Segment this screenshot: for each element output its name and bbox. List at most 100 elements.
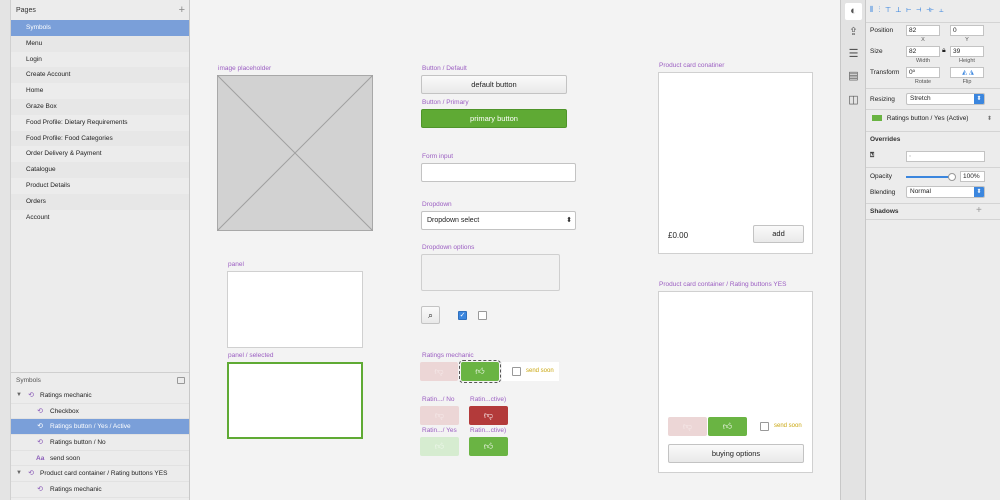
rating-no-inactive[interactable]: 👎︎ [420, 406, 459, 425]
override-field[interactable]: ▫ [906, 151, 985, 162]
height-field[interactable]: 39 [950, 46, 984, 57]
default-button[interactable]: default button [421, 75, 567, 94]
blending-select[interactable]: Normal ⬍ [906, 186, 985, 198]
page-item-dietary[interactable]: Food Profile: Dietary Requirements [11, 115, 189, 131]
symbol-icon: ⟲ [37, 423, 43, 431]
layer-label: send soon [50, 454, 80, 462]
width-sublabel: Width [915, 58, 931, 64]
disclosure-triangle-icon[interactable]: ▼ [16, 466, 22, 482]
symbols-icon[interactable]: ◫ [845, 92, 862, 109]
card-rating-yes[interactable]: 👍︎ [708, 417, 747, 436]
opacity-slider[interactable] [906, 173, 956, 181]
card-rating-no[interactable]: 👎︎ [668, 417, 707, 436]
flip-buttons[interactable]: ◭ ◮ [950, 67, 984, 78]
dropdown-value: Dropdown select [427, 217, 480, 224]
dropdown-select[interactable]: Dropdown select ⬍ [421, 211, 576, 230]
lock-icon[interactable]: 🔒︎ [942, 47, 946, 55]
flip-icon: ◭ ◮ [962, 69, 974, 76]
layer-ratings-mechanic[interactable]: ▼ ⟲ Ratings mechanic [11, 388, 189, 404]
form-input[interactable] [421, 163, 576, 182]
prototype-icon[interactable]: ▤ [845, 68, 862, 85]
rotate-field[interactable]: 0º [906, 67, 940, 78]
symbol-icon: ⟲ [28, 470, 34, 478]
layers-sidebar: Pages + Symbols Menu Login Create Accoun… [0, 0, 190, 500]
layers-icon[interactable]: ☰ [845, 46, 862, 63]
buying-options-button[interactable]: buying options [668, 444, 804, 463]
page-item-product-details[interactable]: Product Details [11, 178, 189, 194]
image-placeholder[interactable] [217, 75, 373, 231]
design-canvas[interactable]: image placeholder panel panel / selected… [190, 0, 840, 500]
thumbs-up-icon: 👍︎ [483, 441, 494, 451]
page-item-catalogue[interactable]: Catalogue [11, 162, 189, 178]
page-item-create-account[interactable]: Create Account [11, 67, 189, 84]
opacity-field[interactable]: 100% [960, 171, 985, 182]
card-send-soon-checkbox[interactable] [760, 422, 769, 431]
layer-checkbox[interactable]: ⟲ Checkbox [11, 404, 189, 420]
thumbs-down-icon: 👎︎ [682, 421, 693, 431]
opacity-label: Opacity [870, 173, 893, 180]
panel-selected[interactable] [227, 362, 363, 439]
rating-no-active[interactable]: 👎︎ [469, 406, 508, 425]
opacity-slider-handle[interactable] [948, 173, 956, 181]
collapse-icon[interactable] [177, 377, 185, 384]
rating-yes-inactive[interactable]: 👍︎ [420, 437, 459, 456]
form-input-label: Form input [422, 153, 454, 160]
rating-yes-label: Ratin.../ Yes [422, 427, 457, 434]
add-page-button[interactable]: + [179, 4, 185, 16]
page-item-menu[interactable]: Menu [11, 35, 189, 52]
product-card-rating[interactable]: 👎︎ 👍︎ send soon buying options [658, 291, 813, 473]
search-icon: ⌕ [427, 310, 434, 320]
send-soon-text: send soon [526, 368, 554, 374]
rating-yes-button-selected[interactable]: 👍︎ [459, 360, 501, 383]
x-sublabel: X [921, 37, 925, 43]
thumbs-up-icon: 👍︎ [722, 421, 733, 431]
x-field[interactable]: 82 [906, 25, 940, 36]
page-item-order-delivery[interactable]: Order Delivery & Payment [11, 146, 189, 162]
primary-button[interactable]: primary button [421, 109, 567, 128]
symbol-instance-select[interactable]: Ratings button / Yes (Active) ⬍ [869, 114, 992, 126]
separator [866, 203, 1000, 204]
layer-product-card-container[interactable]: ▼ ⟲ Product card container / Rating butt… [11, 466, 189, 483]
resizing-select[interactable]: Stretch ⬍ [906, 93, 985, 105]
panel[interactable] [227, 271, 363, 348]
rating-yes-active[interactable]: 👍︎ [469, 437, 508, 456]
ratings-mechanic-label: Ratings mechanic [422, 352, 474, 359]
disclosure-triangle-icon[interactable]: ▼ [16, 388, 22, 404]
dropdown-label: Dropdown [422, 201, 452, 208]
page-item-graze-box[interactable]: Graze Box [11, 98, 189, 115]
checkbox-unchecked[interactable] [478, 311, 487, 320]
page-item-account[interactable]: Account [11, 210, 189, 226]
dropdown-options[interactable] [421, 254, 560, 291]
product-card[interactable]: £0.00 add [658, 72, 813, 254]
layer-label: Ratings mechanic [50, 486, 102, 494]
inspector-tab-icon[interactable]: ◐ [845, 3, 862, 20]
send-soon-checkbox[interactable] [512, 367, 521, 376]
add-shadow-button[interactable]: + [976, 205, 982, 216]
pages-title: Pages [16, 7, 36, 14]
page-item-symbols[interactable]: Symbols [11, 20, 189, 36]
rating-no-button[interactable]: 👎︎ [420, 362, 458, 381]
transform-label: Transform [870, 69, 900, 76]
checkbox-checked[interactable]: ✓ [458, 311, 467, 320]
layer-ratings-no[interactable]: ⟲ Ratings button / No [11, 435, 189, 451]
symbol-swatch [872, 115, 882, 122]
page-item-login[interactable]: Login [11, 52, 189, 68]
add-button[interactable]: add [753, 225, 804, 243]
width-field[interactable]: 82 [906, 46, 940, 57]
y-field[interactable]: 0 [950, 25, 984, 36]
export-icon[interactable]: ⇪ [845, 24, 862, 41]
page-item-food-categories[interactable]: Food Profile: Food Categories [11, 130, 189, 147]
symbol-icon: ⟲ [28, 392, 34, 399]
symbol-instance-value: Ratings button / Yes (Active) [886, 115, 969, 122]
layer-ratings-yes-active[interactable]: ⟲ Ratings button / Yes / Active [11, 419, 189, 436]
send-soon-group[interactable]: send soon [502, 362, 559, 381]
symbols-title: Symbols [16, 377, 41, 384]
separator [866, 109, 1000, 110]
search-button[interactable]: ⌕ [421, 306, 440, 324]
align-icon[interactable]: ⫴⫶⊤⊥⊢⊣⟛⫠ [870, 5, 949, 14]
page-item-home[interactable]: Home [11, 83, 189, 99]
layer-send-soon[interactable]: Aa send soon [11, 451, 189, 467]
page-item-orders[interactable]: Orders [11, 193, 189, 210]
pages-list: Symbols Menu Login Create Account Home G… [11, 20, 189, 225]
layer-ratings-mechanic-2[interactable]: ⟲ Ratings mechanic [11, 482, 189, 498]
